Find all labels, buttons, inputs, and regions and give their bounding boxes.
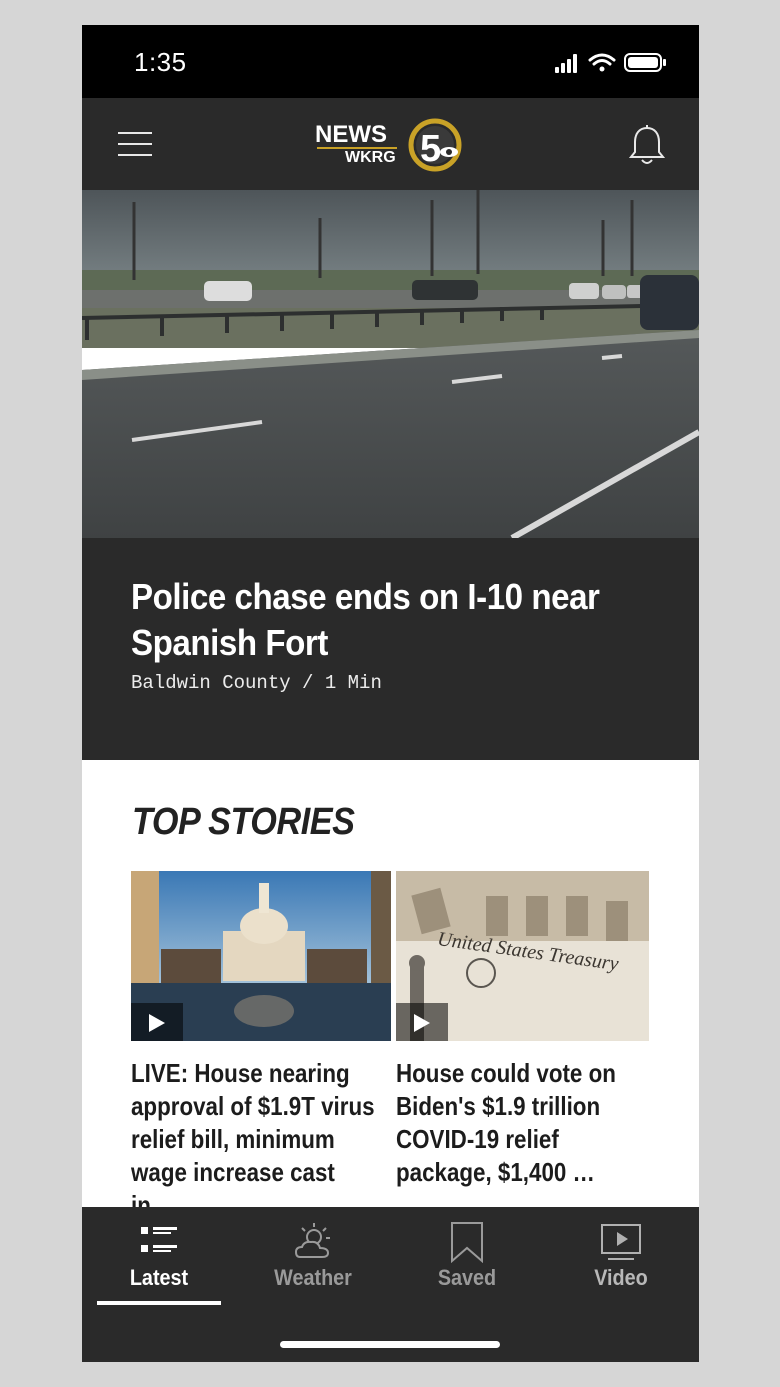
tab-video[interactable]: Video [544,1207,698,1307]
tab-latest[interactable]: Latest [82,1207,236,1307]
video-icon [601,1224,641,1260]
hero-meta: Baldwin County / 1 Min [131,672,382,694]
story-headline[interactable]: House could vote on Biden's $1.9 trillio… [396,1057,645,1189]
home-indicator[interactable] [280,1341,500,1348]
hero-highway-image[interactable] [82,190,699,538]
play-button[interactable] [396,1003,448,1041]
top-stories-heading: TOP STORIES [132,801,355,843]
news5-wkrg-logo[interactable]: NEWS WKRG 5 [313,118,473,172]
notifications-bell-icon[interactable] [629,124,665,166]
tab-saved[interactable]: Saved [390,1207,544,1307]
play-icon [149,1014,165,1032]
tab-label: Video [594,1265,648,1290]
phone-screen: 1:35 NEWS WKRG 5 Police chase ends on I-… [82,25,699,1362]
cellular-signal-icon [555,54,577,73]
tab-label: Latest [129,1265,189,1290]
hamburger-menu-icon[interactable] [118,132,152,158]
battery-icon [624,53,666,72]
svg-text:WKRG: WKRG [345,149,396,166]
play-button[interactable] [131,1003,183,1041]
story-card[interactable]: United States Treasury House could vote … [396,871,649,1211]
bookmark-icon [451,1222,483,1263]
tab-label: Saved [437,1265,497,1290]
cbs-eye-icon [440,147,458,157]
status-time: 1:35 [134,47,187,77]
play-icon [414,1014,430,1032]
bottom-nav: Latest Weather Saved Video [82,1207,699,1362]
hero-headline[interactable]: Police chase ends on I-10 near Spanish F… [131,574,609,666]
svg-text:5: 5 [420,128,441,170]
status-bar: 1:35 [82,25,699,98]
tab-weather[interactable]: Weather [236,1207,390,1307]
story-headline[interactable]: LIVE: House nearing approval of $1.9T vi… [131,1057,380,1222]
svg-text:NEWS: NEWS [315,121,387,148]
list-icon [141,1227,177,1252]
app-header: NEWS WKRG 5 [82,98,699,190]
tab-label: Weather [274,1265,352,1290]
wifi-icon [588,53,616,72]
active-tab-indicator [97,1301,221,1305]
story-card[interactable]: LIVE: House nearing approval of $1.9T vi… [131,871,391,1220]
weather-icon [294,1223,330,1258]
status-icons [555,53,666,73]
hero-caption[interactable]: Police chase ends on I-10 near Spanish F… [82,538,699,760]
